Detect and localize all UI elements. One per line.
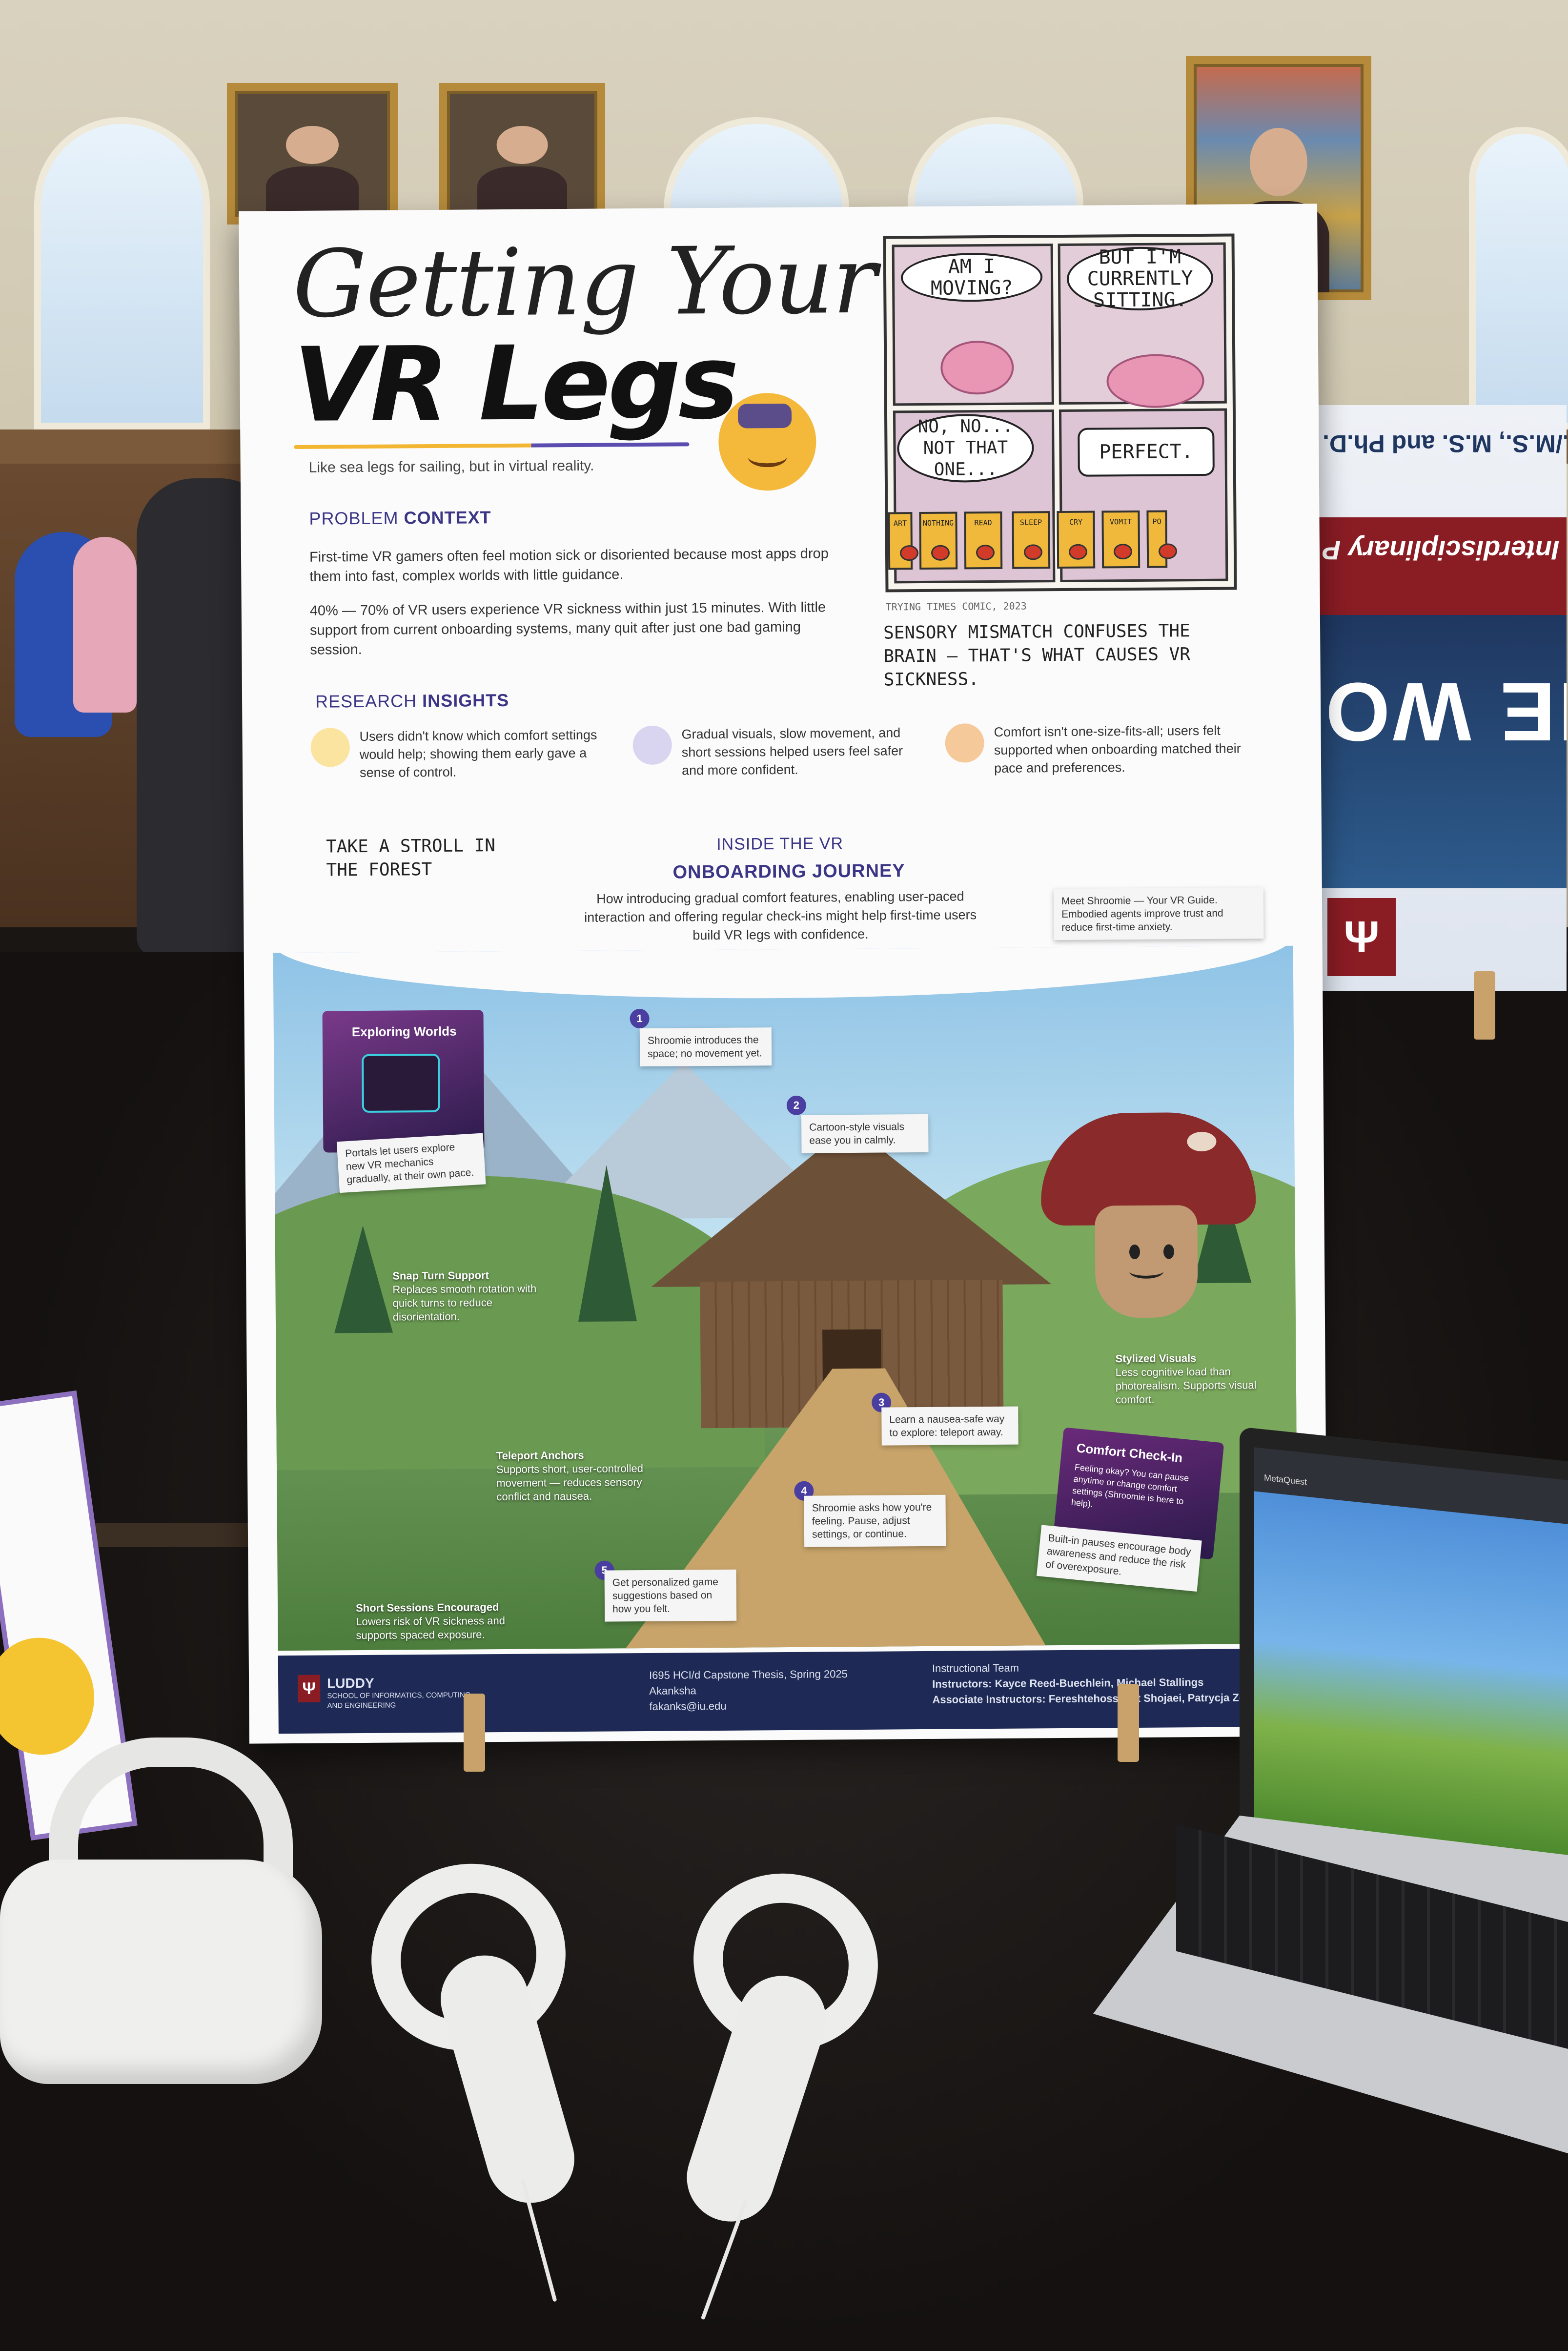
- luddy-banner: Accelerated B.S./M.S., M.S. and Ph.D. Ex…: [1313, 405, 1567, 991]
- insight: Comfort isn't one-size-fits-all; users f…: [945, 721, 1248, 777]
- insight: Gradual visuals, slow movement, and shor…: [632, 724, 926, 780]
- brain-character: [940, 340, 1014, 395]
- school-name: LUDDY: [327, 1675, 374, 1691]
- banner-text: CHANGE THE WO: [1323, 665, 1567, 758]
- comic-button: SLEEP: [1012, 511, 1051, 569]
- step-number: 1: [630, 1008, 650, 1029]
- insight-text: Gradual visuals, slow movement, and shor…: [681, 725, 903, 778]
- journey-description: How introducing gradual comfort features…: [584, 889, 977, 943]
- poster-title: Getting Your: [292, 226, 876, 338]
- banner-text: Explore Luddy's Interdisciplinary P: [1323, 535, 1567, 566]
- step-note: Shroomie introduces the space; no moveme…: [639, 1027, 772, 1067]
- pine-tree: [333, 1225, 393, 1333]
- comic-button: NOTHING: [919, 511, 958, 570]
- problem-text: 40% — 70% of VR users experience VR sick…: [309, 599, 826, 658]
- vr-headset: [0, 1738, 322, 2089]
- comic-button: PO: [1146, 510, 1168, 568]
- snap-turn-label: Snap Turn Support Replaces smooth rotatio…: [392, 1269, 537, 1323]
- comic-button: ART: [888, 512, 913, 570]
- insight-text: Comfort isn't one-size-fits-all; users f…: [994, 723, 1241, 776]
- stroll-heading: TAKE A STROLL IN THE FOREST: [326, 836, 496, 880]
- speech-bubble: AM I MOVING?: [900, 252, 1043, 303]
- course-name: I695 HCI/d Capstone Thesis, Spring 2025: [649, 1668, 848, 1681]
- poster-stand: [464, 1694, 485, 1772]
- comic-strip: AM I MOVING? BUT I'M CURRENTLY SITTING. …: [883, 233, 1237, 593]
- journey-heading: ONBOARDING JOURNEY: [672, 860, 905, 883]
- problem-text: First-time VR gamers often feel motion s…: [309, 546, 829, 585]
- author-name: Akanksha: [649, 1684, 696, 1697]
- poster-tagline: Like sea legs for sailing, but in virtua…: [308, 457, 594, 476]
- pine-tree: [577, 1165, 637, 1322]
- step-note: Get personalized game suggestions based …: [604, 1569, 737, 1622]
- iu-logo: Ψ: [298, 1675, 321, 1702]
- poster-stand: [1474, 971, 1495, 1040]
- arched-window: [34, 117, 210, 429]
- teleport-label: Teleport Anchors Supports short, user-con…: [496, 1449, 643, 1503]
- school-subtitle: SCHOOL OF INFORMATICS, COMPUTING, AND EN…: [327, 1691, 473, 1710]
- step-note: Learn a nausea-safe way to explore: tele…: [881, 1406, 1018, 1446]
- banner-text: Accelerated B.S./M.S., M.S. and Ph.D.: [1323, 430, 1567, 457]
- portrait-painting: [227, 83, 398, 225]
- shroomie-intro: Meet Shroomie — Your VR Guide. Embodied …: [1053, 887, 1264, 940]
- speech-bubble: PERFECT.: [1078, 427, 1215, 477]
- comic-button: READ: [964, 511, 1003, 570]
- attendee: [73, 537, 137, 713]
- step-note: Cartoon-style visuals ease you in calmly…: [801, 1114, 929, 1153]
- vr-face-icon: [718, 392, 817, 491]
- journey-heading: INSIDE THE VR: [716, 834, 844, 854]
- step-note: Shroomie asks how you're feeling. Pause,…: [804, 1494, 946, 1547]
- arched-window: [1469, 127, 1568, 429]
- hourglass-icon: [632, 725, 672, 765]
- laptop: MetaQuest: [1093, 1427, 1568, 2177]
- comic-button: CRY: [1057, 511, 1096, 569]
- speech-bubble: NO, NO... NOT THAT ONE...: [897, 413, 1034, 483]
- iu-logo: Ψ: [1327, 898, 1396, 976]
- comic-button: VOMIT: [1101, 510, 1140, 569]
- insight-text: Users didn't know which comfort settings…: [359, 727, 597, 780]
- insight: Users didn't know which comfort settings…: [310, 726, 604, 782]
- tulip-icon: [310, 728, 350, 767]
- comic-caption: SENSORY MISMATCH CONFUSES THE BRAIN — TH…: [883, 621, 1191, 690]
- portrait-painting: [439, 83, 605, 225]
- comic-credit: TRYING TIMES COMIC, 2023: [885, 600, 1027, 613]
- exploring-note: Portals let users explore new VR mechani…: [336, 1133, 486, 1193]
- sessions-label: Short Sessions Encouraged Lowers risk of …: [355, 1601, 505, 1642]
- shroomie-character: [1040, 1112, 1257, 1318]
- comic-buttons: ART NOTHING READ SLEEP CRY VOMIT PO: [888, 510, 1168, 570]
- stylized-label: Stylized Visuals Less cognitive load than…: [1115, 1352, 1257, 1406]
- vr-preview-display: [1254, 1491, 1568, 1857]
- portal-icon: [362, 1053, 440, 1113]
- poster-title: VR Legs: [293, 322, 737, 445]
- hand-heart-icon: [945, 723, 984, 763]
- exploring-worlds-card: Exploring Worlds: [322, 1010, 485, 1153]
- author-email: fakanks@iu.edu: [649, 1699, 727, 1713]
- speech-bubble: BUT I'M CURRENTLY SITTING.: [1066, 245, 1214, 312]
- section-heading: PROBLEM CONTEXT: [309, 507, 491, 529]
- section-heading: RESEARCH INSIGHTS: [315, 690, 509, 712]
- step-number: 2: [786, 1095, 807, 1115]
